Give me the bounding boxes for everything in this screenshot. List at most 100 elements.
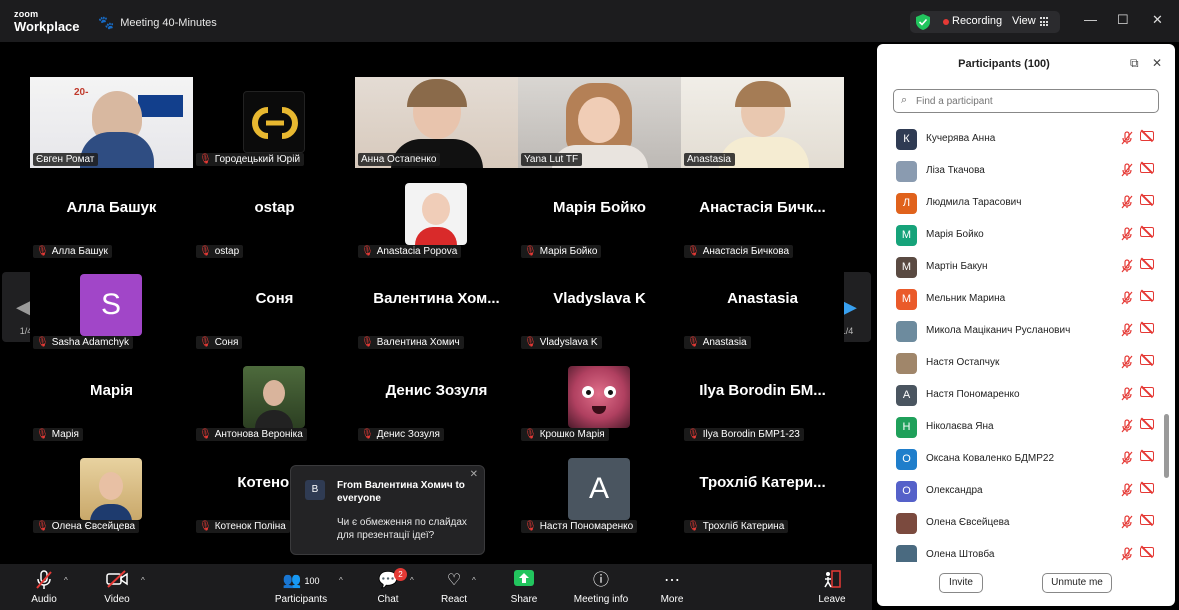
audio-chevron-up-icon[interactable]: ^	[64, 576, 68, 585]
participants-button[interactable]: 👥 100 Participants	[271, 570, 331, 605]
mic-muted-icon[interactable]	[1121, 195, 1133, 212]
camera-off-icon[interactable]	[1140, 163, 1154, 173]
audio-button[interactable]: Audio	[26, 570, 62, 605]
react-button[interactable]: ♡ React	[438, 570, 470, 605]
mic-muted-icon[interactable]	[1121, 163, 1133, 180]
participant-tile[interactable]: Анна Остапенко	[355, 77, 518, 168]
mic-muted-icon[interactable]	[1121, 387, 1133, 404]
participant-row[interactable]: Микола Маціканич Русланович	[877, 316, 1163, 348]
participant-search[interactable]: ⌕	[893, 89, 1159, 113]
video-chevron-up-icon[interactable]: ^	[141, 576, 145, 585]
participants-panel: Participants (100) ⧉ ✕ ⌕ К Кучерява Анна Л…	[877, 44, 1175, 606]
camera-off-icon[interactable]	[1140, 483, 1154, 493]
participant-tile[interactable]: 🎙 Anastacia Popova	[355, 169, 518, 260]
camera-off-icon[interactable]	[1140, 387, 1154, 397]
chat-button[interactable]: 💬 2 Chat	[372, 568, 407, 605]
camera-off-icon[interactable]	[1140, 547, 1154, 557]
participant-tile[interactable]: Марія Бойко 🎙 Марія Бойко	[518, 169, 681, 260]
camera-off-icon[interactable]	[1140, 515, 1154, 525]
mic-muted-icon[interactable]	[1121, 355, 1133, 372]
mic-muted-icon: 🎙	[687, 246, 700, 257]
participant-row[interactable]: Н Ніколаєва Яна	[877, 412, 1163, 444]
participant-tile[interactable]: A 🎙 Настя Пономаренко	[518, 444, 681, 535]
react-chevron-up-icon[interactable]: ^	[472, 576, 476, 585]
camera-off-icon[interactable]	[1140, 355, 1154, 365]
participant-tile[interactable]: Валентина Хом... 🎙 Валентина Хомич	[355, 260, 518, 351]
participant-row[interactable]: Настя Остапчук	[877, 348, 1163, 380]
mic-muted-icon[interactable]	[1121, 131, 1133, 148]
participant-name: Ліза Ткачова	[926, 165, 985, 176]
mic-muted-icon[interactable]	[1121, 547, 1133, 562]
more-button[interactable]: ⋯ More	[656, 570, 688, 605]
camera-off-icon[interactable]	[1140, 451, 1154, 461]
grid-view-icon[interactable]	[1040, 17, 1050, 27]
participant-tile[interactable]: Ilya Borodin БМ... 🎙 Ilya Borodin БМР1-23	[681, 352, 844, 443]
popout-icon[interactable]: ⧉	[1130, 56, 1139, 71]
camera-off-icon[interactable]	[1140, 131, 1154, 141]
participant-tile[interactable]: Денис Зозуля 🎙 Денис Зозуля	[355, 352, 518, 443]
participant-row[interactable]: О Олександра	[877, 476, 1163, 508]
mic-muted-icon[interactable]	[1121, 227, 1133, 244]
participant-row[interactable]: М Мельник Марина	[877, 284, 1163, 316]
participant-tile[interactable]: 🎙 Олена Євсейцева	[30, 444, 193, 535]
mic-muted-icon[interactable]	[1121, 419, 1133, 436]
meeting-info-button[interactable]: ⓘ Meeting info	[570, 570, 632, 605]
mic-muted-icon[interactable]	[1121, 451, 1133, 468]
participant-tile[interactable]: Трохліб Катери... 🎙 Трохліб Катерина	[681, 444, 844, 535]
maximize-icon[interactable]: ☐	[1117, 12, 1129, 28]
participant-tile[interactable]: S 🎙 Sasha Adamchyk	[30, 260, 193, 351]
mic-muted-icon[interactable]	[1121, 259, 1133, 276]
chat-chevron-up-icon[interactable]: ^	[410, 576, 414, 585]
participant-tile[interactable]: Алла Башук 🎙 Алла Башук	[30, 169, 193, 260]
participant-tile[interactable]: Yana Lut TF	[518, 77, 681, 168]
participant-row[interactable]: Л Людмила Тарасович	[877, 188, 1163, 220]
participant-tile[interactable]: Марія 🎙 Марія	[30, 352, 193, 443]
unmute-me-button[interactable]: Unmute me	[1042, 573, 1112, 593]
participant-tile[interactable]: Соня 🎙 Соня	[193, 260, 356, 351]
camera-off-icon[interactable]	[1140, 259, 1154, 269]
mic-muted-icon[interactable]	[1121, 515, 1133, 532]
camera-off-icon[interactable]	[1140, 419, 1154, 429]
video-button[interactable]: Video	[99, 570, 135, 605]
participant-row[interactable]: Олена Штовба	[877, 540, 1163, 562]
participant-name: Anastasia	[687, 154, 731, 165]
search-input[interactable]	[916, 92, 1146, 110]
mic-muted-icon[interactable]	[1121, 323, 1133, 340]
participant-tile[interactable]: 🎙 Городецький Юрій	[193, 77, 356, 168]
participant-tile[interactable]: 🎙 Крошко Марія	[518, 352, 681, 443]
camera-off-icon[interactable]	[1140, 227, 1154, 237]
participant-row[interactable]: А Настя Пономаренко	[877, 380, 1163, 412]
participant-name: Настя Остапчук	[926, 357, 1000, 368]
participant-tile[interactable]: Vladyslava K 🎙 Vladyslava K	[518, 260, 681, 351]
share-button[interactable]: Share	[508, 570, 540, 605]
list-scrollbar[interactable]	[1164, 414, 1169, 478]
participant-tile[interactable]: Анастасія Бичк... 🎙 Анастасія Бичкова	[681, 169, 844, 260]
participant-row[interactable]: К Кучерява Анна	[877, 124, 1163, 156]
participant-tile[interactable]: Anastasia 🎙 Anastasia	[681, 260, 844, 351]
view-button[interactable]: View	[1012, 15, 1036, 27]
minimize-icon[interactable]: —	[1084, 12, 1097, 27]
participant-tile[interactable]: 🎙 Антонова Вероніка	[193, 352, 356, 443]
close-popup-icon[interactable]: ✕	[470, 469, 478, 480]
close-panel-icon[interactable]: ✕	[1152, 56, 1162, 70]
invite-button[interactable]: Invite	[939, 573, 983, 593]
participant-tile[interactable]: Anastasia	[681, 77, 844, 168]
chat-notification-popup[interactable]: В From Валентина Хомич to everyone Чи є …	[290, 465, 485, 555]
close-window-icon[interactable]: ✕	[1152, 12, 1163, 28]
mic-muted-icon[interactable]	[1121, 291, 1133, 308]
leave-button[interactable]: Leave	[816, 570, 848, 605]
camera-off-icon[interactable]	[1140, 195, 1154, 205]
participant-tile[interactable]: 20- Євген Ромат	[30, 77, 193, 168]
participant-row[interactable]: О Оксана Коваленко БДМР22	[877, 444, 1163, 476]
camera-off-icon[interactable]	[1140, 323, 1154, 333]
camera-off-icon[interactable]	[1140, 291, 1154, 301]
recording-label[interactable]: Recording	[952, 15, 1002, 27]
participants-chevron-up-icon[interactable]: ^	[339, 576, 343, 585]
participant-row[interactable]: Олена Євсейцева	[877, 508, 1163, 540]
participant-tile[interactable]: ostap 🎙 ostap	[193, 169, 356, 260]
participant-row[interactable]: М Марія Бойко	[877, 220, 1163, 252]
mic-muted-icon[interactable]	[1121, 483, 1133, 500]
participant-name: Городецький Юрій	[214, 154, 301, 165]
participant-row[interactable]: Ліза Ткачова	[877, 156, 1163, 188]
participant-row[interactable]: М Мартін Бакун	[877, 252, 1163, 284]
